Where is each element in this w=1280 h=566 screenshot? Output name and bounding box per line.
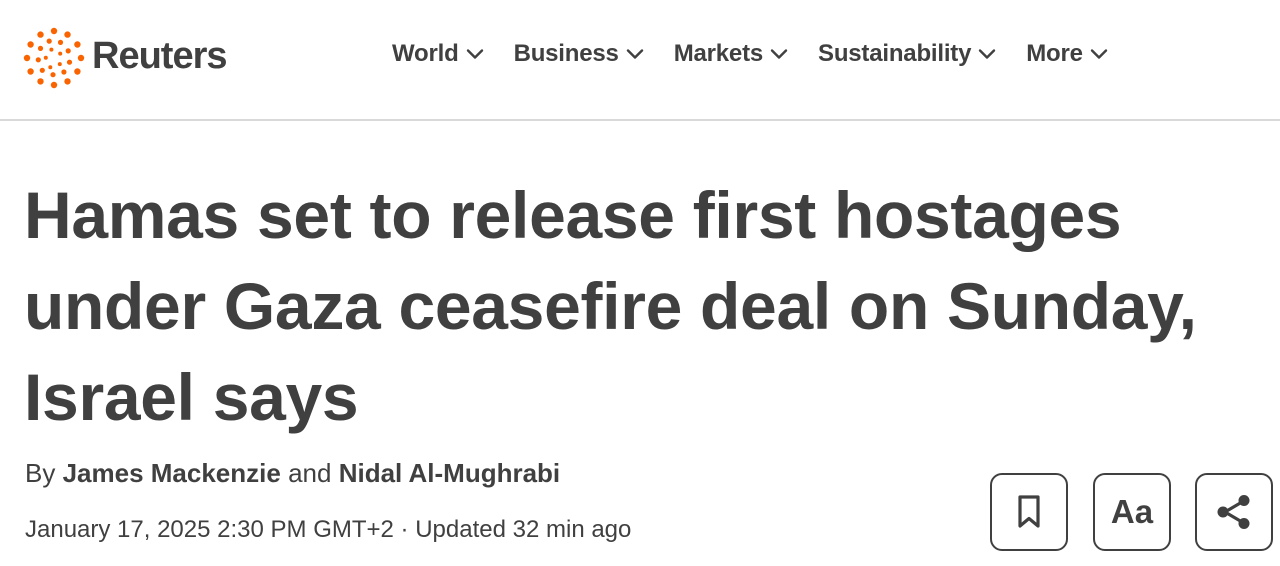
nav-item-world[interactable]: World	[392, 40, 485, 68]
chevron-down-icon	[770, 49, 788, 59]
chevron-down-icon	[626, 49, 643, 59]
headline-line-1: Hamas set to release first hostages	[24, 178, 1122, 252]
headline-line-2: under Gaza ceasefire deal on Sunday,	[24, 269, 1197, 343]
nav-item-business[interactable]: Business	[514, 40, 645, 68]
main-navigation: World Business Markets Sustainability Mo…	[392, 40, 1138, 68]
updated-time: Updated 32 min ago	[415, 516, 632, 543]
byline-prefix: By	[25, 458, 56, 488]
nav-item-sustainability-label: Sustainability	[818, 40, 972, 67]
chevron-down-icon	[979, 49, 996, 59]
site-header: Reuters World Business Markets Sustainab…	[0, 0, 1280, 121]
text-size-button[interactable]: Aa	[1093, 473, 1171, 551]
reuters-logo-icon	[23, 27, 85, 89]
reuters-wordmark: Reuters	[92, 35, 227, 77]
nav-item-markets-label: Markets	[673, 40, 764, 67]
nav-item-world-label: World	[392, 40, 459, 67]
byline-conjunction: and	[288, 458, 332, 488]
share-icon	[1217, 495, 1250, 529]
headline-line-3: Israel says	[24, 360, 359, 434]
author-link-2[interactable]: Nidal Al-Mughrabi	[339, 458, 560, 488]
dateline-separator: ·	[400, 516, 409, 543]
article-headline: Hamas set to release first hostages unde…	[24, 170, 1264, 443]
publish-date: January 17, 2025 2:30 PM GMT+2	[25, 516, 394, 543]
bookmark-button[interactable]	[990, 473, 1068, 551]
chevron-down-icon	[1090, 49, 1108, 59]
bookmark-icon	[1018, 495, 1040, 528]
nav-item-sustainability[interactable]: Sustainability	[818, 40, 997, 68]
nav-item-markets[interactable]: Markets	[674, 40, 789, 68]
reuters-logo[interactable]: Reuters	[22, 26, 227, 90]
article-dateline: January 17, 2025 2:30 PM GMT+2 · Updated…	[25, 516, 631, 544]
text-size-label: Aa	[1110, 493, 1154, 530]
nav-item-business-label: Business	[513, 40, 619, 67]
share-button[interactable]	[1195, 473, 1273, 551]
author-link-1[interactable]: James Mackenzie	[63, 458, 281, 488]
article-byline: By James Mackenzie and Nidal Al-Mughrabi	[25, 458, 560, 489]
chevron-down-icon	[466, 49, 483, 59]
nav-item-more-label: More	[1026, 40, 1083, 67]
nav-item-more[interactable]: More	[1026, 40, 1109, 68]
